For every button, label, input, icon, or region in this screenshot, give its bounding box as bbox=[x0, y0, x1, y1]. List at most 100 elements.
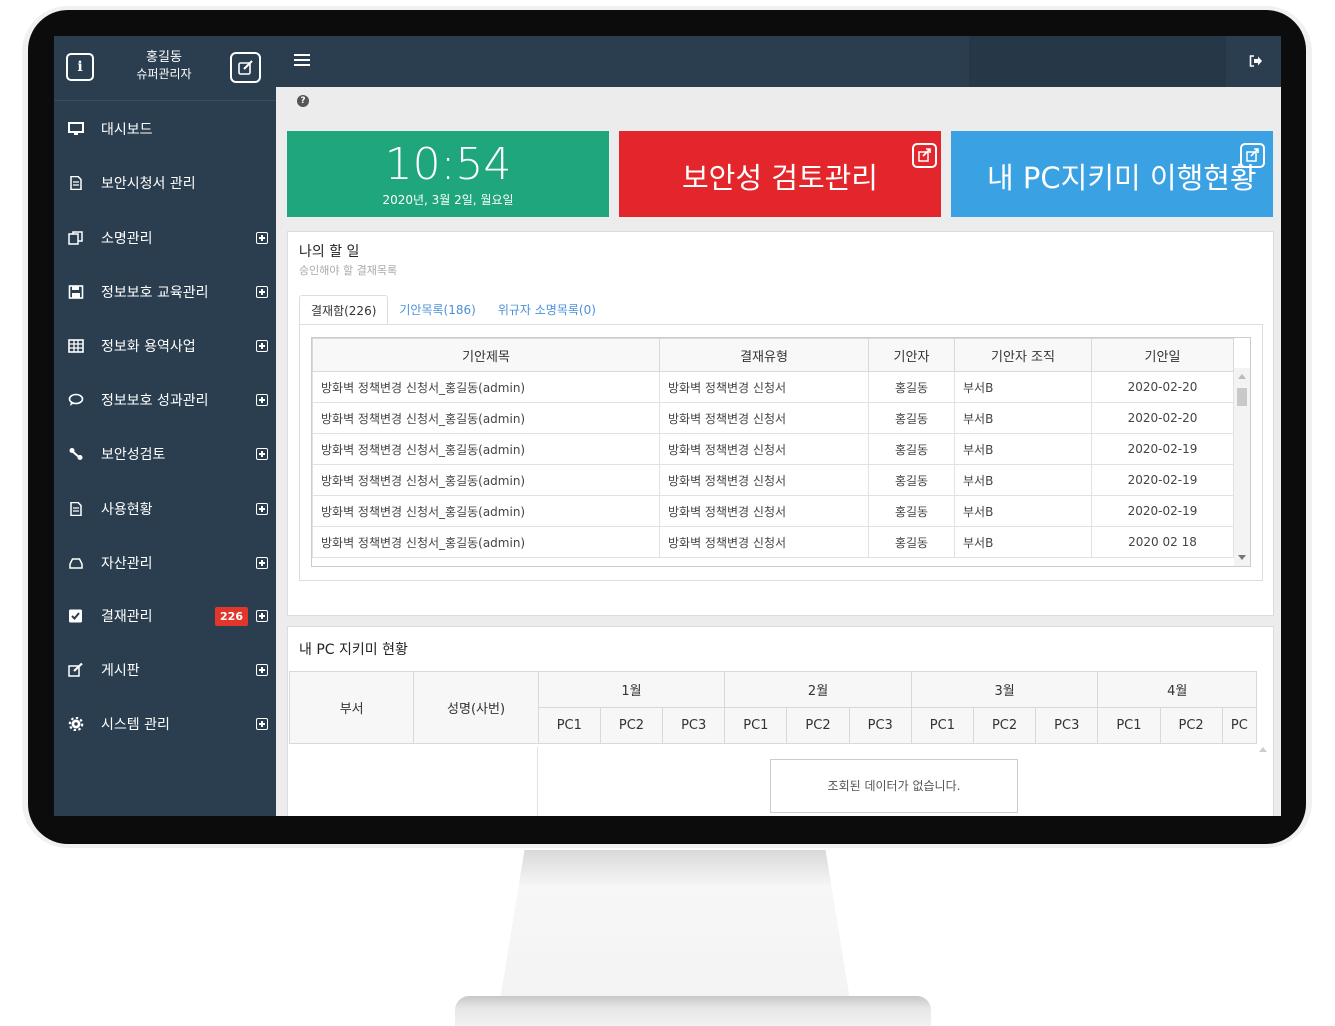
sidebar-item-performance[interactable]: 정보보호 성과관리 bbox=[54, 382, 276, 418]
sidebar-item-label: 게시판 bbox=[101, 663, 140, 679]
expand-icon[interactable] bbox=[256, 664, 268, 676]
table-row[interactable]: 방화벽 정책변경 신청서_홍길동(admin) 방화벽 정책변경 신청서 홍길동… bbox=[312, 464, 1234, 496]
scroll-down-icon[interactable] bbox=[1238, 555, 1246, 560]
clock-date: 2020년, 3월 2일, 월요일 bbox=[382, 193, 514, 207]
cell-title: 방화벽 정책변경 신청서_홍길동(admin) bbox=[312, 371, 660, 403]
cell-date: 2020-02-19 bbox=[1091, 464, 1234, 496]
sidebar-item-label: 소명관리 bbox=[101, 231, 153, 247]
expand-icon[interactable] bbox=[256, 718, 268, 730]
user-role: 슈퍼관리자 bbox=[136, 67, 192, 81]
logout-icon[interactable] bbox=[1249, 55, 1263, 67]
tab-draft-list[interactable]: 기안목록(186) bbox=[388, 295, 486, 325]
save-icon bbox=[68, 285, 84, 299]
cell-date: 2020-02-20 bbox=[1091, 371, 1234, 403]
column-header[interactable]: 기안자 조직 bbox=[954, 338, 1092, 372]
table-row[interactable]: 방화벽 정책변경 신청서_홍길동(admin) 방화벽 정책변경 신청서 홍길동… bbox=[312, 495, 1234, 527]
pc-header: PC3 bbox=[1035, 707, 1099, 744]
info-icon[interactable]: i bbox=[66, 53, 94, 81]
pc-header: PC1 bbox=[537, 707, 601, 744]
cell-drafter: 홍길동 bbox=[868, 371, 955, 403]
sidebar: i 홍길동 슈퍼관리자 대시보드 보안시청서 관리 소명관리 정보보호 교육관리… bbox=[54, 36, 276, 816]
cell-title: 방화벽 정책변경 신청서_홍길동(admin) bbox=[312, 433, 660, 465]
column-header[interactable]: 부서 bbox=[288, 671, 415, 744]
pc-header: PC1 bbox=[724, 707, 788, 744]
external-link-icon[interactable] bbox=[1240, 143, 1265, 168]
column-header[interactable]: 기안일 bbox=[1091, 338, 1234, 372]
user-name: 홍길동 bbox=[146, 50, 182, 65]
cell-org: 부서B bbox=[954, 495, 1092, 527]
tab-content: 기안제목 결재유형 기안자 기안자 조직 기안일 방화벽 정책변경 신청서_홍길… bbox=[299, 324, 1263, 581]
sidebar-item-system[interactable]: 시스템 관리 bbox=[54, 706, 276, 742]
help-icon[interactable]: ? bbox=[297, 95, 309, 107]
pc-header: PC bbox=[1221, 707, 1258, 744]
sidebar-item-label: 결재관리 bbox=[101, 609, 153, 625]
expand-icon[interactable] bbox=[256, 610, 268, 622]
expand-icon[interactable] bbox=[256, 448, 268, 460]
sidebar-item-security-review[interactable]: 보안성검토 bbox=[54, 436, 276, 472]
sidebar-item-board[interactable]: 게시판 bbox=[54, 652, 276, 688]
sidebar-item-explanation[interactable]: 소명관리 bbox=[54, 220, 276, 256]
column-header[interactable]: 성명(사번) bbox=[413, 671, 539, 744]
scroll-up-icon[interactable] bbox=[1238, 374, 1246, 379]
column-header[interactable]: 기안제목 bbox=[312, 338, 660, 372]
monitor-stand bbox=[500, 850, 850, 1000]
document-icon bbox=[68, 176, 84, 190]
sidebar-item-dashboard[interactable]: 대시보드 bbox=[54, 111, 276, 147]
scroll-up-icon[interactable] bbox=[1257, 747, 1269, 816]
pc-header: PC1 bbox=[1097, 707, 1161, 744]
edit-profile-button[interactable] bbox=[230, 52, 261, 83]
cell-title: 방화벽 정책변경 신청서_홍길동(admin) bbox=[312, 464, 660, 496]
menu-toggle-icon[interactable] bbox=[294, 54, 310, 67]
table-row[interactable]: 방화벽 정책변경 신청서_홍길동(admin) 방화벽 정책변경 신청서 홍길동… bbox=[312, 402, 1234, 434]
scroll-thumb[interactable] bbox=[1237, 388, 1247, 406]
panel-title: 나의 할 일 bbox=[299, 244, 360, 260]
sidebar-item-label: 자산관리 bbox=[101, 556, 153, 572]
column-header[interactable]: 기안자 bbox=[868, 338, 955, 372]
table-row[interactable]: 방화벽 정책변경 신청서_홍길동(admin) 방화벽 정책변경 신청서 홍길동… bbox=[312, 371, 1234, 403]
edit-icon bbox=[238, 60, 253, 75]
expand-icon[interactable] bbox=[256, 394, 268, 406]
pc-header: PC2 bbox=[972, 707, 1037, 744]
hdd-icon bbox=[68, 556, 84, 570]
pc-header: PC2 bbox=[1159, 707, 1223, 744]
cell-drafter: 홍길동 bbox=[868, 464, 955, 496]
checkbox-icon bbox=[68, 609, 84, 623]
pc-status-tile[interactable]: 내 PC지키미 이행현황 bbox=[951, 131, 1273, 217]
tab-violator-list[interactable]: 위규자 소명목록(0) bbox=[487, 295, 607, 325]
clock-time: 10:54 bbox=[384, 139, 512, 190]
sidebar-header: i 홍길동 슈퍼관리자 bbox=[54, 36, 276, 101]
expand-icon[interactable] bbox=[256, 557, 268, 569]
cell-type: 방화벽 정책변경 신청서 bbox=[659, 464, 869, 496]
table-row[interactable]: 방화벽 정책변경 신청서_홍길동(admin) 방화벽 정책변경 신청서 홍길동… bbox=[312, 433, 1234, 465]
cell-date: 2020 02 18 bbox=[1091, 526, 1234, 558]
expand-icon[interactable] bbox=[256, 503, 268, 515]
cell-drafter: 홍길동 bbox=[868, 495, 955, 527]
expand-icon[interactable] bbox=[256, 340, 268, 352]
cell-org: 부서B bbox=[954, 371, 1092, 403]
sidebar-item-usage[interactable]: 사용현황 bbox=[54, 491, 276, 527]
sidebar-item-label: 사용현황 bbox=[101, 502, 153, 518]
pc-status-panel: 내 PC 지키미 현황 부서 성명(사번) 1월 2월 3월 4월 PC1 PC… bbox=[287, 626, 1274, 816]
expand-icon[interactable] bbox=[256, 286, 268, 298]
pc-status-table: 부서 성명(사번) 1월 2월 3월 4월 PC1 PC2 PC3 PC1 PC… bbox=[288, 671, 1258, 744]
security-review-tile[interactable]: 보안성 검토관리 bbox=[619, 131, 941, 217]
sidebar-item-assets[interactable]: 자산관리 bbox=[54, 545, 276, 581]
empty-message: 조회된 데이터가 없습니다. bbox=[770, 759, 1018, 813]
external-link-icon[interactable] bbox=[912, 143, 937, 168]
approval-count-badge: 226 bbox=[215, 606, 248, 626]
pc-header: PC1 bbox=[910, 707, 974, 744]
sidebar-item-education[interactable]: 정보보호 교육관리 bbox=[54, 274, 276, 310]
column-header[interactable]: 결재유형 bbox=[659, 338, 869, 372]
cell-type: 방화벽 정책변경 신청서 bbox=[659, 402, 869, 434]
todo-tabs: 결재함(226) 기안목록(186) 위규자 소명목록(0) bbox=[299, 295, 607, 325]
table-row[interactable]: 방화벽 정책변경 신청서_홍길동(admin) 방화벽 정책변경 신청서 홍길동… bbox=[312, 526, 1234, 558]
sidebar-item-approval[interactable]: 결재관리 226 bbox=[54, 598, 276, 634]
sidebar-item-outsourcing[interactable]: 정보화 용역사업 bbox=[54, 328, 276, 364]
cell-type: 방화벽 정책변경 신청서 bbox=[659, 433, 869, 465]
cell-org: 부서B bbox=[954, 433, 1092, 465]
cell-title: 방화벽 정책변경 신청서_홍길동(admin) bbox=[312, 526, 660, 558]
expand-icon[interactable] bbox=[256, 232, 268, 244]
tab-approval-box[interactable]: 결재함(226) bbox=[299, 295, 389, 325]
sidebar-item-security-request[interactable]: 보안시청서 관리 bbox=[54, 165, 276, 201]
grid-scrollbar[interactable] bbox=[1234, 368, 1250, 566]
